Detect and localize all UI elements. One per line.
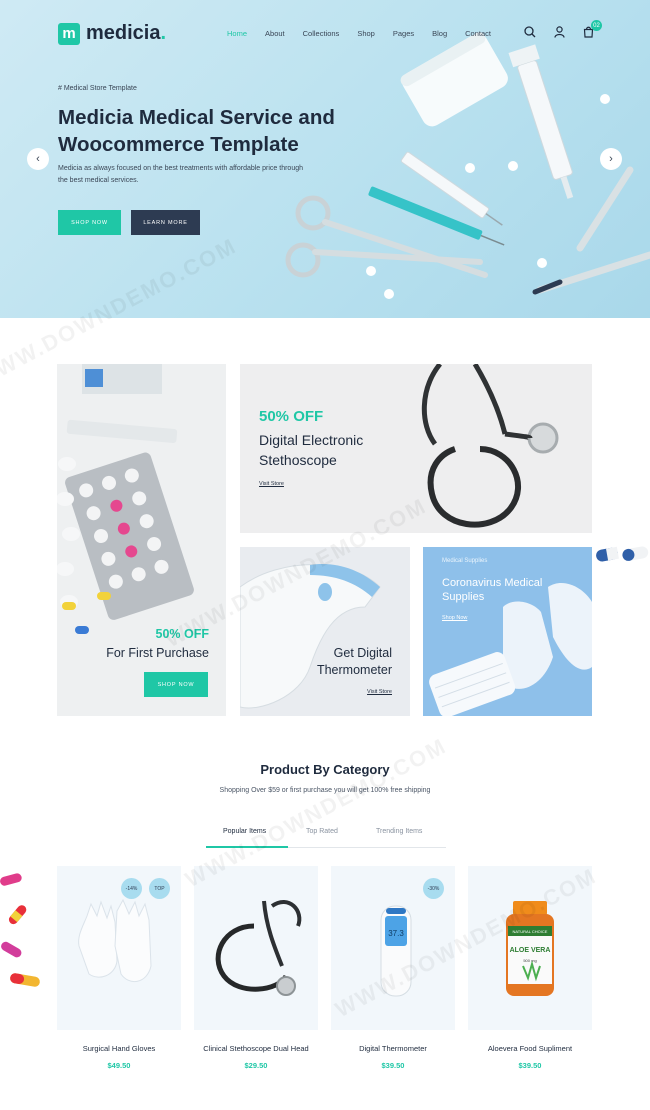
capsules-decoration (596, 546, 649, 562)
supplies-shop-link[interactable]: Shop Now (442, 615, 467, 621)
product-name[interactable]: Aloevera Food Supliment (468, 1044, 592, 1053)
hero-eyebrow: # Medical Store Template (58, 85, 137, 92)
slider-next-button[interactable]: › (600, 148, 622, 170)
hero-slider: m medicia. Home About Collections Shop P… (0, 0, 650, 318)
supplies-title: Coronavirus Medical Supplies (442, 577, 543, 603)
nav-item-home[interactable]: Home (227, 29, 247, 38)
shop-now-button[interactable]: SHOP NOW (58, 210, 121, 235)
product-price: $49.50 (107, 1061, 131, 1070)
gloves-image (78, 898, 152, 982)
product-card[interactable]: -14% TOP (57, 866, 181, 1030)
user-icon[interactable] (554, 26, 565, 38)
first-purchase-shop-button[interactable]: SHOP NOW (144, 672, 208, 697)
search-icon[interactable] (524, 26, 536, 38)
product-card[interactable] (194, 866, 318, 1030)
brand-name: medicia. (86, 22, 167, 44)
stethoscope-visit-link[interactable]: Visit Store (259, 481, 284, 487)
header-actions: 02 (524, 20, 602, 38)
supplies-eyebrow: Medical Supplies (442, 558, 488, 564)
brand-logo[interactable]: m medicia. (58, 22, 166, 45)
first-purchase-title: For First Purchase (106, 646, 209, 660)
nav-item-collections[interactable]: Collections (303, 29, 340, 38)
stethoscope-title: Digital Electronic Stethoscope (259, 432, 364, 468)
slider-prev-button[interactable]: ‹ (27, 148, 49, 170)
first-purchase-banner: 50% OFF For First Purchase SHOP NOW (57, 364, 226, 716)
product-name[interactable]: Digital Thermometer (331, 1044, 455, 1053)
thermometer-visit-link[interactable]: Visit Store (367, 689, 392, 695)
bottle-label-text: ALOE VERA (510, 947, 551, 954)
pills-blister-image (57, 364, 194, 634)
product-name[interactable]: Surgical Hand Gloves (57, 1044, 181, 1053)
nav-item-about[interactable]: About (265, 29, 285, 38)
stethoscope-discount: 50% OFF (259, 408, 324, 425)
nav-item-shop[interactable]: Shop (357, 29, 375, 38)
thermometer-display-text: 37.3 (388, 929, 404, 938)
logo-mark-icon: m (58, 22, 80, 45)
product-price: $39.50 (518, 1061, 542, 1070)
nav-item-blog[interactable]: Blog (432, 29, 447, 38)
chevron-left-icon: ‹ (36, 153, 40, 165)
hero-title: Medicia Medical Service and Woocommerce … (58, 106, 335, 156)
nav-item-pages[interactable]: Pages (393, 29, 414, 38)
medical-supplies-banner: Medical Supplies Coronavirus Medical Sup… (423, 547, 592, 716)
stethoscope-product-image (215, 899, 302, 996)
nav-item-contact[interactable]: Contact (465, 29, 491, 38)
category-title: Product By Category (260, 762, 390, 777)
cart-count-badge: 02 (591, 20, 602, 31)
product-price: $39.50 (381, 1061, 405, 1070)
main-nav: Home About Collections Shop Pages Blog C… (227, 29, 491, 38)
learn-more-button[interactable]: LEARN MORE (131, 210, 200, 235)
gloves-mask-image (429, 582, 592, 716)
product-name[interactable]: Clinical Stethoscope Dual Head (194, 1044, 318, 1053)
hero-medical-tools-image (285, 32, 650, 299)
cart-icon[interactable]: 02 (583, 20, 602, 38)
hero-description: Medicia as always focused on the best tr… (58, 165, 304, 184)
bottle-size-text: 500 mg (523, 958, 536, 963)
chevron-right-icon: › (609, 153, 613, 165)
tab-trending-items[interactable]: Trending Items (376, 828, 422, 835)
thermometer-title: Get Digital Thermometer (316, 646, 392, 677)
colored-pills-decoration (0, 873, 40, 987)
product-price: $29.50 (244, 1061, 268, 1070)
